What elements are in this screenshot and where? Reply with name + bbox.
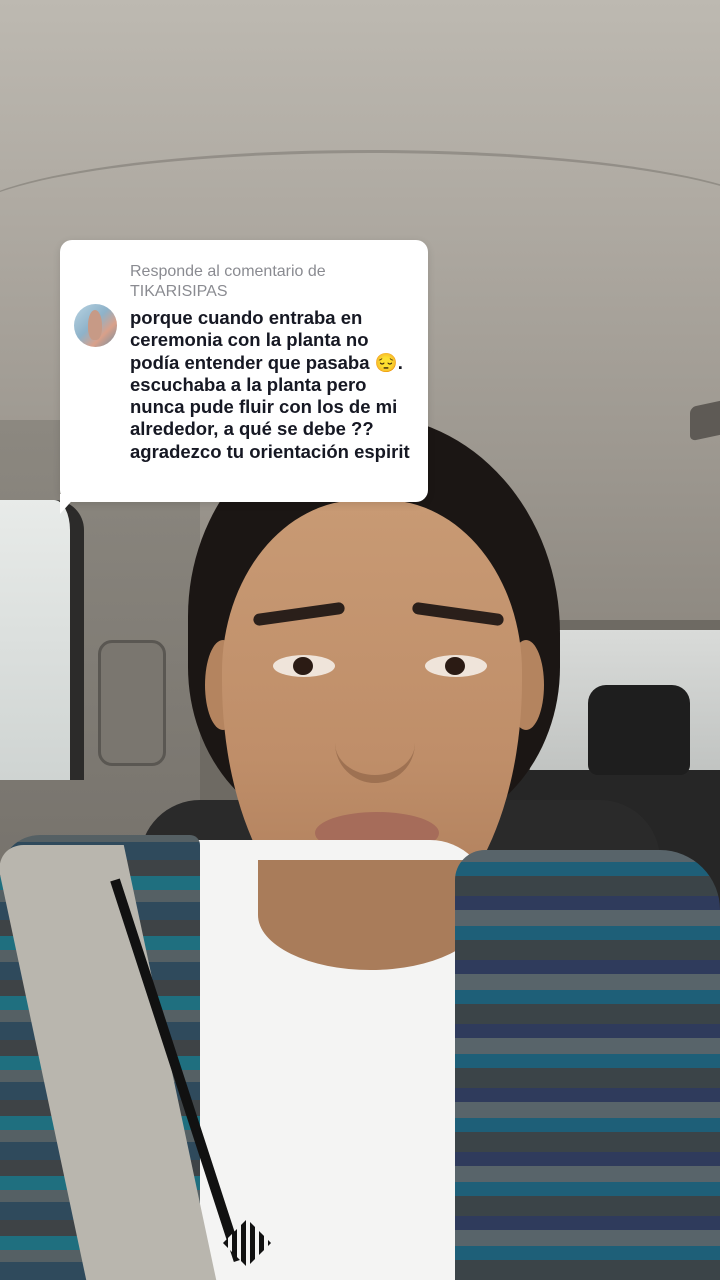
person-nose [335, 690, 415, 783]
side-window [0, 500, 84, 780]
jacket-right-panel [455, 850, 720, 1280]
reply-header: Responde al comentario de TIKARISIPAS [130, 262, 415, 302]
eye-left [273, 655, 335, 677]
reply-header-label: Responde al comentario de [130, 263, 326, 280]
reply-comment-card[interactable]: Responde al comentario de TIKARISIPAS po… [60, 240, 428, 502]
shirt-collar [258, 860, 483, 970]
seatbelt-anchor [98, 640, 166, 766]
headrest [588, 685, 690, 775]
reply-username: TIKARISIPAS [130, 283, 228, 300]
reply-card-tail [60, 494, 78, 514]
eye-right [425, 655, 487, 677]
video-frame[interactable]: Responde al comentario de TIKARISIPAS po… [0, 0, 720, 1280]
user-avatar-icon[interactable] [74, 304, 117, 347]
reply-comment-text: porque cuando entraba en ceremonia con l… [130, 307, 410, 462]
